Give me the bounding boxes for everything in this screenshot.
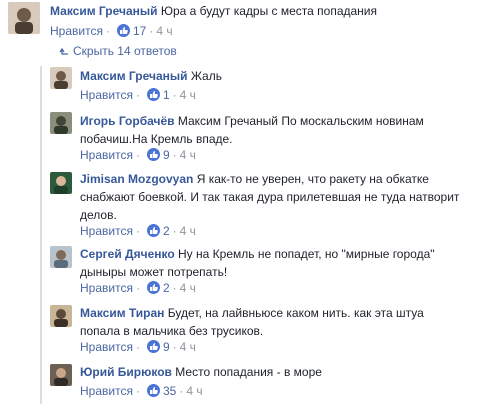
avatar-reply[interactable]	[50, 364, 72, 386]
comment-time[interactable]: 4 ч	[156, 24, 172, 38]
like-count[interactable]: 17	[133, 24, 146, 38]
avatar-reply[interactable]	[50, 246, 72, 268]
comment-time[interactable]: 4 ч	[180, 340, 196, 354]
comment-time[interactable]: 4 ч	[180, 88, 196, 102]
comment-time[interactable]: 4 ч	[180, 148, 196, 162]
thumbs-up-icon	[146, 384, 160, 397]
comment-text-line: Я как-то не уверен, что ракету на обкатк…	[196, 172, 429, 186]
like-count[interactable]: 9	[163, 340, 170, 354]
reply-meta: Нравится · 9 · 4 ч	[80, 340, 196, 354]
avatar-image	[8, 2, 40, 34]
like-count[interactable]: 2	[163, 281, 170, 295]
comment-text-line: побачиш.На Кремль впаде.	[80, 132, 233, 146]
like-link[interactable]: Нравится	[50, 24, 103, 38]
like-link[interactable]: Нравится	[80, 224, 133, 238]
like-count[interactable]: 2	[163, 224, 170, 238]
avatar-image	[50, 172, 72, 194]
reply-body: Юрий Бирюков Место попадания - в море	[80, 363, 322, 381]
comment-text-line: Ну на Кремль не попадет, но "мирные горо…	[178, 247, 435, 261]
thread-line	[40, 66, 42, 404]
avatar-image	[50, 67, 72, 89]
avatar-reply[interactable]	[50, 172, 72, 194]
avatar-image	[50, 246, 72, 268]
author-link[interactable]: Максим Гречаный	[80, 69, 188, 83]
comment-text-line: дыныры может потрепать!	[80, 265, 228, 279]
reply-meta: Нравится · 9 · 4 ч	[80, 148, 196, 162]
like-link[interactable]: Нравится	[80, 340, 133, 354]
comment-time[interactable]: 4 ч	[180, 224, 196, 238]
reply-body: Игорь Горбачёв Максим Гречаный По москал…	[80, 112, 424, 148]
author-link[interactable]: Юрий Бирюков	[80, 365, 172, 379]
avatar-image	[50, 112, 72, 134]
reply-meta: Нравится · 2 · 4 ч	[80, 224, 196, 238]
like-link[interactable]: Нравится	[80, 281, 133, 295]
avatar-reply[interactable]	[50, 67, 72, 89]
like-link[interactable]: Нравится	[80, 148, 133, 162]
avatar-reply[interactable]	[50, 305, 72, 327]
like-count[interactable]: 1	[163, 88, 170, 102]
comment-time[interactable]: 4 ч	[180, 281, 196, 295]
like-link[interactable]: Нравится	[80, 88, 133, 102]
thumbs-up-icon	[146, 340, 160, 353]
author-link[interactable]: Максим Гречаный	[50, 4, 158, 18]
reply-body: Сергей Дяченко Ну на Кремль не попадет, …	[80, 245, 435, 281]
reply-meta: Нравится · 35 · 4 ч	[80, 384, 203, 398]
top-comment-meta: Нравится · 17 · 4 ч	[50, 24, 173, 38]
comment-text-line: снабжают боевкой. И так такая дура приле…	[80, 190, 460, 204]
reply-body: Максим Тиран Будет, на лайвньюсе каком н…	[80, 304, 424, 340]
avatar-image	[50, 305, 72, 327]
reply-body: Jimisan Mozgovyan Я как-то не уверен, чт…	[80, 170, 459, 224]
avatar-top[interactable]	[8, 2, 40, 34]
thumbs-up-icon	[146, 281, 160, 294]
comment-time[interactable]: 4 ч	[186, 384, 202, 398]
hide-replies-link[interactable]: Скрыть 14 ответов	[59, 44, 177, 58]
author-link[interactable]: Максим Тиран	[80, 306, 164, 320]
comment-text-line: Максим Гречаный По москальским новинам	[177, 114, 424, 128]
reply-meta: Нравится · 2 · 4 ч	[80, 281, 196, 295]
author-link[interactable]: Игорь Горбачёв	[80, 114, 175, 128]
avatar-reply[interactable]	[50, 112, 72, 134]
author-link[interactable]: Сергей Дяченко	[80, 247, 175, 261]
comment-text-line: попала в мальчика без трусиков.	[80, 324, 264, 338]
like-count[interactable]: 9	[163, 148, 170, 162]
comment-text-line: делов.	[80, 208, 117, 222]
thumbs-up-icon	[146, 88, 160, 101]
comment-text-line: Будет, на лайвньюсе каком нить. как эта …	[167, 306, 424, 320]
collapse-arrow-icon	[59, 44, 69, 58]
avatar-image	[50, 364, 72, 386]
comment-text: Юра а будут кадры с места попадания	[160, 4, 377, 18]
hide-replies-label: Скрыть 14 ответов	[73, 44, 177, 58]
thumbs-up-icon	[116, 24, 130, 37]
reply-meta: Нравится · 1 · 4 ч	[80, 88, 196, 102]
comment-text: Место попадания - в море	[175, 365, 322, 379]
comment-text: Жаль	[190, 69, 222, 83]
like-count[interactable]: 35	[163, 384, 176, 398]
thumbs-up-icon	[146, 148, 160, 161]
like-link[interactable]: Нравится	[80, 384, 133, 398]
author-link[interactable]: Jimisan Mozgovyan	[80, 172, 193, 186]
reply-body: Максим Гречаный Жаль	[80, 67, 222, 85]
top-comment-body: Максим Гречаный Юра а будут кадры с мест…	[50, 2, 377, 20]
thumbs-up-icon	[146, 224, 160, 237]
